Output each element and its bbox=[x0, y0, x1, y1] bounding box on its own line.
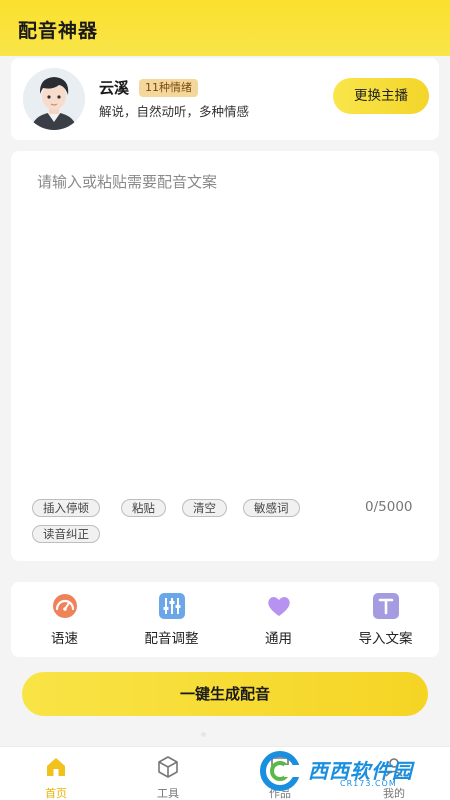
paste-button[interactable]: 粘贴 bbox=[121, 499, 166, 517]
tab-tools[interactable]: 工具 bbox=[138, 753, 198, 800]
tab-home[interactable]: 首页 bbox=[26, 753, 86, 800]
import-script-label: 导入文案 bbox=[358, 631, 413, 647]
host-card[interactable]: 云溪 11种情绪 解说，自然动听，多种情感 更换主播 bbox=[11, 58, 439, 140]
clear-button[interactable]: 清空 bbox=[182, 499, 227, 517]
switch-host-button[interactable]: 更换主播 bbox=[333, 78, 429, 114]
speed-label: 语速 bbox=[51, 631, 78, 647]
speed-button[interactable]: 语速 bbox=[11, 592, 118, 652]
app-header: 配音神器 bbox=[0, 0, 450, 56]
char-count: 0/5000 bbox=[365, 499, 413, 515]
speed-gauge-icon bbox=[52, 594, 77, 618]
emotion-badge: 11种情绪 bbox=[139, 79, 198, 97]
function-panel: 语速 配音调整 通用 导入文案 bbox=[11, 582, 439, 657]
import-script-button[interactable]: 导入文案 bbox=[332, 592, 439, 652]
watermark-logo-icon bbox=[260, 751, 306, 791]
heart-icon bbox=[267, 597, 290, 616]
host-description: 解说，自然动听，多种情感 bbox=[99, 104, 250, 119]
tab-home-label: 首页 bbox=[45, 787, 67, 800]
voice-adjust-label: 配音调整 bbox=[144, 631, 199, 647]
page-indicator-dot bbox=[201, 732, 206, 737]
general-button[interactable]: 通用 bbox=[225, 592, 332, 652]
host-name: 云溪 bbox=[99, 79, 130, 97]
site-watermark: 西西软件园 CR173.COM bbox=[256, 751, 432, 793]
bottom-tab-bar: 首页 工具 作品 我的 西西软件园 CR173.COM bbox=[0, 746, 450, 800]
avatar[interactable] bbox=[23, 68, 85, 130]
general-label: 通用 bbox=[265, 631, 292, 647]
pronunciation-fix-button[interactable]: 读音纠正 bbox=[32, 525, 100, 543]
watermark-sub: CR173.COM bbox=[340, 779, 397, 788]
insert-pause-button[interactable]: 插入停顿 bbox=[32, 499, 100, 517]
generate-voice-button[interactable]: 一键生成配音 bbox=[22, 672, 428, 716]
voice-adjust-button[interactable]: 配音调整 bbox=[118, 592, 225, 652]
home-icon bbox=[47, 758, 65, 776]
editor-placeholder[interactable]: 请输入或粘贴需要配音文案 bbox=[37, 171, 217, 192]
cube-icon bbox=[158, 756, 178, 778]
host-avatar-illustration bbox=[23, 68, 85, 130]
sliders-icon bbox=[158, 593, 185, 619]
script-editor[interactable]: 请输入或粘贴需要配音文案 插入停顿 粘贴 清空 敏感词 读音纠正 0/5000 bbox=[11, 151, 439, 561]
text-t-icon bbox=[372, 593, 399, 619]
tab-tools-label: 工具 bbox=[157, 787, 179, 800]
sensitive-words-button[interactable]: 敏感词 bbox=[243, 499, 300, 517]
page-title: 配音神器 bbox=[18, 20, 99, 42]
